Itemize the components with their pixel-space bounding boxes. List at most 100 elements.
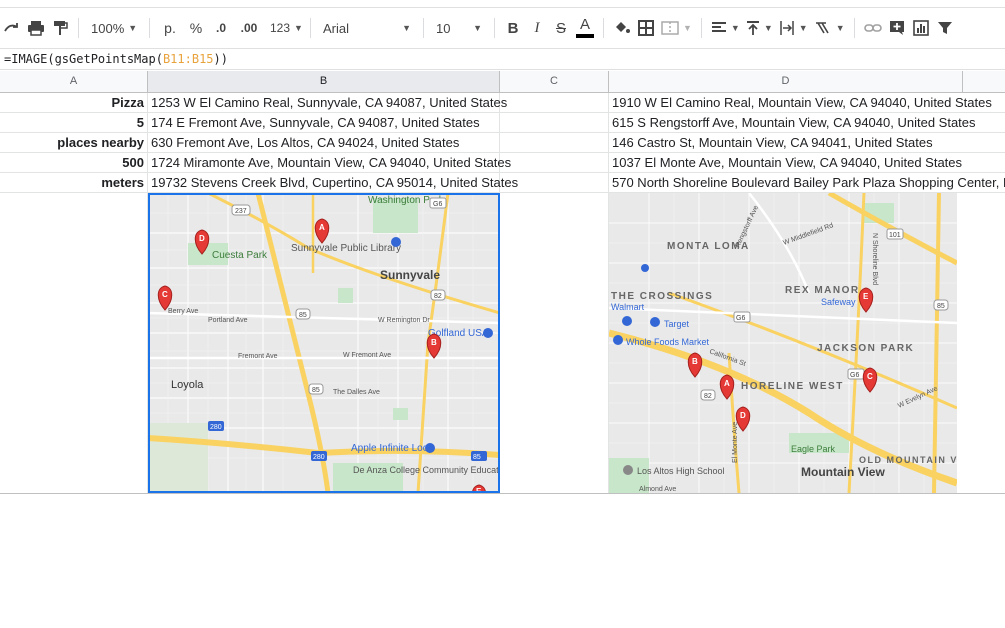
route-shield: G6 — [736, 315, 745, 322]
merge-cells-icon[interactable]: ▼ — [658, 14, 695, 42]
cell-c-empty[interactable] — [500, 133, 609, 153]
marker-label: E — [476, 487, 482, 493]
bold-button[interactable]: B — [501, 14, 525, 42]
column-header-c[interactable]: C — [500, 71, 609, 93]
filter-icon[interactable] — [933, 14, 957, 42]
map-label-the-crossings: THE CROSSINGS — [611, 291, 713, 302]
number-format-value: 123 — [270, 21, 291, 35]
map-image-mountain-view[interactable]: MONTA LOMA THE CROSSINGS REX MANOR JACKS… — [609, 193, 957, 493]
route-shield: 280 — [210, 424, 222, 431]
cell-a-label[interactable]: 500 — [0, 153, 148, 173]
formula-bar[interactable]: =IMAGE(gsGetPointsMap(B11:B15)) — [0, 48, 1005, 70]
chevron-down-icon: ▼ — [128, 23, 138, 33]
marker-label: C — [867, 372, 873, 381]
map-label-whole-foods: Whole Foods Market — [626, 337, 710, 347]
redo-icon[interactable] — [0, 14, 24, 42]
vertical-align-icon[interactable]: ▼ — [743, 14, 776, 42]
route-shield: 85 — [937, 303, 945, 310]
route-shield: 85 — [473, 454, 481, 461]
link-icon[interactable] — [861, 14, 885, 42]
cell-d-address[interactable]: 570 North Shoreline Boulevard Bailey Par… — [609, 173, 1005, 193]
route-shield: 101 — [889, 232, 901, 239]
borders-icon[interactable] — [634, 14, 658, 42]
map-label-old-mountain-view: OLD MOUNTAIN VIEW — [859, 455, 957, 465]
cell-c-empty[interactable] — [500, 113, 609, 133]
column-header-a[interactable]: A — [0, 71, 148, 93]
cell-a-empty[interactable] — [0, 193, 148, 493]
map-label-de-anza: De Anza College Community Education — [353, 465, 500, 475]
print-icon[interactable] — [24, 14, 48, 42]
map-label-jackson-park: JACKSON PARK — [817, 343, 914, 354]
map-label-el-monte: El Monte Ave — [732, 422, 739, 463]
horizontal-align-icon[interactable]: ▼ — [708, 14, 743, 42]
chevron-down-icon: ▼ — [473, 23, 482, 33]
map-label-target: Target — [664, 319, 690, 329]
separator — [700, 18, 702, 38]
text-color-swatch — [576, 34, 594, 38]
decrease-decimals-button[interactable]: .0 — [208, 14, 234, 42]
insert-comment-icon[interactable] — [885, 14, 909, 42]
zoom-value: 100% — [91, 20, 125, 36]
cell-a-label[interactable]: Pizza — [0, 93, 148, 113]
currency-format-button[interactable]: р. — [156, 14, 184, 42]
cell-d-address[interactable]: 1037 El Monte Ave, Mountain View, CA 940… — [609, 153, 1005, 173]
map-label-safeway: Safeway — [821, 297, 856, 307]
increase-decimals-button[interactable]: .00 — [234, 14, 264, 42]
font-select[interactable]: Arial ▼ — [317, 14, 417, 42]
marker-label: A — [319, 223, 325, 232]
fill-color-icon[interactable] — [610, 14, 634, 42]
map-image-sunnyvale[interactable]: Berry Ave Fremont Ave W Fremont Ave Port… — [148, 193, 500, 493]
route-shield: G6 — [850, 372, 859, 379]
cell-d-address[interactable]: 146 Castro St, Mountain View, CA 94041, … — [609, 133, 1005, 153]
font-size-select[interactable]: 10 ▼ — [430, 14, 488, 42]
column-header-b[interactable]: B — [148, 71, 500, 93]
map-label-cuesta-park: Cuesta Park — [212, 250, 268, 261]
separator — [603, 18, 604, 38]
cell-b-address[interactable]: 19732 Stevens Creek Blvd, Cupertino, CA … — [148, 173, 518, 193]
paint-format-icon[interactable] — [48, 14, 72, 42]
cell-b-address[interactable]: 174 E Fremont Ave, Sunnyvale, CA 94087, … — [148, 113, 500, 133]
map-label-los-altos-hs: Los Altos High School — [637, 466, 725, 476]
separator — [853, 18, 855, 38]
percent-format-button[interactable]: % — [184, 14, 208, 42]
strikethrough-button[interactable]: S — [549, 14, 573, 42]
cell-a-label[interactable]: 5 — [0, 113, 148, 133]
cell-a-label[interactable]: places nearby — [0, 133, 148, 153]
column-header-e[interactable] — [963, 71, 1005, 93]
column-header-d[interactable]: D — [609, 71, 963, 93]
text-color-button[interactable]: A — [573, 14, 597, 42]
route-shield: 82 — [704, 393, 712, 400]
route-shield: 85 — [299, 312, 307, 319]
formula-text-prefix: =IMAGE(gsGetPointsMap( — [4, 52, 163, 66]
map-label-n-shoreline: N Shoreline Blvd — [871, 233, 878, 285]
cell-a-label[interactable]: meters — [0, 173, 148, 193]
cell-d-address[interactable]: 615 S Rengstorff Ave, Mountain View, CA … — [609, 113, 1005, 133]
map-image-row: Berry Ave Fremont Ave W Fremont Ave Port… — [0, 193, 1005, 494]
cell-b-address[interactable]: 630 Fremont Ave, Los Altos, CA 94024, Un… — [148, 133, 500, 153]
map-label-w-fremont-ave: W Fremont Ave — [343, 352, 391, 359]
cell-c-empty[interactable] — [500, 153, 609, 173]
route-shield: G6 — [433, 201, 442, 208]
chevron-down-icon: ▼ — [763, 23, 773, 33]
separator — [494, 18, 495, 38]
insert-chart-icon[interactable] — [909, 14, 933, 42]
cell-b-address[interactable]: 1724 Miramonte Ave, Mountain View, CA 94… — [148, 153, 511, 173]
italic-button[interactable]: I — [525, 14, 549, 42]
route-shield: 82 — [434, 293, 442, 300]
chevron-down-icon: ▼ — [835, 23, 845, 33]
cell-c-empty[interactable] — [500, 93, 609, 113]
zoom-select[interactable]: 100% ▼ — [85, 14, 143, 42]
cell-d-address[interactable]: 1910 W El Camino Real, Mountain View, CA… — [609, 93, 1005, 113]
cell-c-empty[interactable] — [500, 173, 609, 193]
cell-b-address[interactable]: 1253 W El Camino Real, Sunnyvale, CA 940… — [148, 93, 507, 113]
chevron-down-icon: ▼ — [730, 23, 740, 33]
route-shield: 280 — [313, 454, 325, 461]
separator — [149, 18, 150, 38]
number-format-select[interactable]: 123 ▼ — [264, 14, 304, 42]
text-wrapping-icon[interactable]: ▼ — [776, 14, 811, 42]
cell-c-empty[interactable] — [500, 193, 609, 493]
marker-label: D — [740, 411, 746, 420]
text-rotation-icon[interactable]: ▼ — [811, 14, 848, 42]
chevron-down-icon: ▼ — [683, 23, 692, 33]
marker-label: B — [692, 357, 698, 366]
